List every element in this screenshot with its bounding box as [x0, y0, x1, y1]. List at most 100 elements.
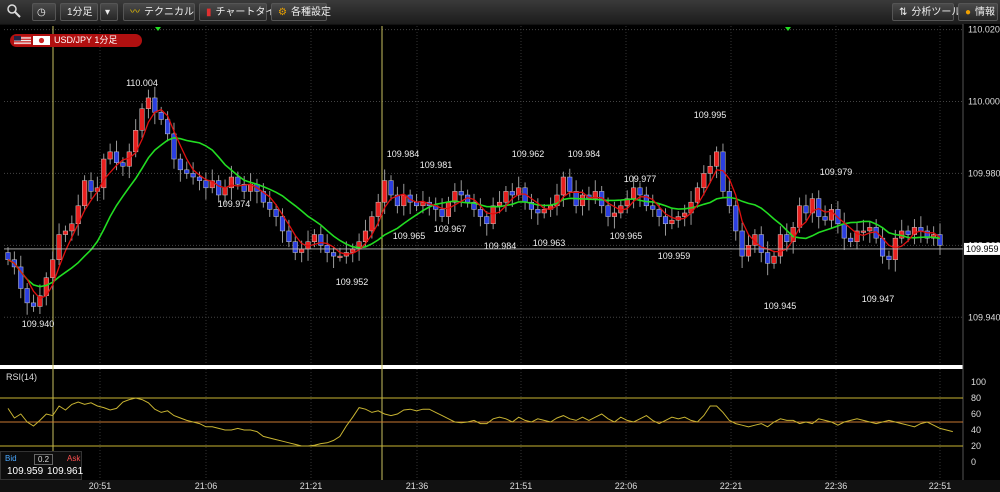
price-annotation: 109.965 [610, 231, 643, 241]
candle-body [662, 216, 669, 225]
current-price-label: 109.959 [966, 244, 999, 254]
candle-body [496, 201, 503, 207]
candle-body [88, 180, 94, 192]
candle-body [107, 151, 113, 160]
price-annotation: 109.974 [218, 199, 251, 209]
price-annotation: 109.967 [434, 224, 467, 234]
candle-body [797, 205, 803, 228]
time-axis-bg [0, 480, 1000, 492]
rsi-tick-label: 40 [971, 425, 981, 435]
price-tick-label: 109.980 [968, 168, 1000, 178]
time-tick-label: 21:06 [195, 481, 218, 491]
candle-body [439, 209, 445, 217]
candle-body [203, 180, 209, 189]
price-annotation: 109.952 [336, 277, 369, 287]
candle-body [707, 165, 713, 174]
candle-body [56, 234, 62, 260]
candle-body [650, 205, 656, 210]
time-tick-label: 21:51 [510, 481, 533, 491]
usd-jpy-flags-icon [14, 36, 50, 45]
price-annotation: 109.959 [658, 251, 691, 261]
candle-body [733, 205, 739, 232]
price-annotation: 109.945 [764, 301, 797, 311]
price-annotation: 109.947 [862, 294, 895, 304]
time-tick-label: 21:21 [300, 481, 323, 491]
candle-body [375, 201, 381, 217]
price-annotation: 109.984 [484, 241, 517, 251]
candle-body [886, 255, 892, 260]
candle-body [286, 230, 292, 242]
price-annotation: 109.940 [22, 319, 55, 329]
time-tick-label: 22:51 [929, 481, 952, 491]
candle-body [560, 176, 566, 196]
candle-body [509, 191, 515, 196]
candle-body [694, 187, 700, 203]
candle-body [777, 234, 783, 257]
candle-body [120, 162, 126, 167]
bid-ask-box: Bid 0.2 Ask 109.959 109.961 [0, 451, 83, 480]
candle-body [69, 223, 75, 232]
candle-body [235, 176, 241, 185]
time-tick-label: 22:06 [615, 481, 638, 491]
price-annotation: 109.984 [387, 149, 420, 159]
candle-body [484, 216, 490, 225]
candle-body [388, 180, 394, 196]
rsi-panel: 100 80 60 40 20 0 [0, 377, 986, 467]
candle-body [739, 230, 745, 257]
candle-body [267, 201, 273, 210]
rsi-tick-label: 100 [971, 377, 986, 387]
candle-body [401, 194, 407, 207]
candle-body [445, 201, 452, 217]
time-tick-label: 22:36 [825, 481, 848, 491]
currency-pair-badge[interactable]: USD/JPY 1分足 [10, 34, 142, 47]
candle-body [631, 187, 637, 199]
candle-body [222, 187, 228, 196]
candlestick-series [5, 86, 943, 315]
candle-body [292, 241, 298, 253]
candle-body [784, 234, 790, 242]
price-chart[interactable]: 110.004 109.974 109.952 109.984 109.965 109.9… [0, 0, 1000, 492]
marker-triangle [785, 27, 791, 31]
candle-body [216, 180, 222, 196]
candle-body [822, 216, 828, 221]
candle-body [579, 194, 586, 207]
candle-body [113, 151, 120, 163]
candle-body [165, 119, 171, 135]
price-tick-label: 110.020 [968, 25, 1000, 35]
candle-body [62, 230, 69, 235]
bid-price: 109.959 [7, 466, 44, 477]
candle-body [637, 187, 643, 196]
price-tick-label: 109.940 [968, 312, 1000, 322]
candle-body [158, 112, 164, 120]
candle-body [535, 209, 541, 214]
candle-body [490, 205, 496, 225]
candle-body [803, 205, 809, 214]
candle-body [726, 191, 732, 207]
candle-body [369, 216, 375, 232]
candle-body [611, 212, 617, 217]
candle-body [362, 230, 369, 242]
candle-body [701, 173, 707, 189]
rsi-tick-label: 20 [971, 441, 981, 451]
panel-separator [0, 365, 1000, 369]
candle-body [24, 288, 30, 304]
candle-body [567, 176, 573, 192]
time-tick-label: 21:36 [406, 481, 429, 491]
candle-body [5, 252, 11, 260]
candle-body [745, 245, 752, 257]
price-annotation: 109.995 [694, 110, 727, 120]
candle-body [867, 227, 873, 232]
rsi-label: RSI(14) [6, 372, 37, 382]
candle-body [682, 212, 688, 217]
price-annotation: 109.962 [512, 149, 545, 159]
candle-body [177, 158, 183, 171]
candle-body [30, 302, 37, 307]
axis-background [963, 24, 1000, 492]
candle-body [714, 151, 720, 167]
candle-body [541, 209, 547, 214]
candle-body [184, 169, 190, 174]
candle-body [273, 209, 279, 217]
candle-body [337, 255, 343, 258]
price-annotation: 109.965 [393, 231, 426, 241]
candle-body [458, 191, 464, 196]
